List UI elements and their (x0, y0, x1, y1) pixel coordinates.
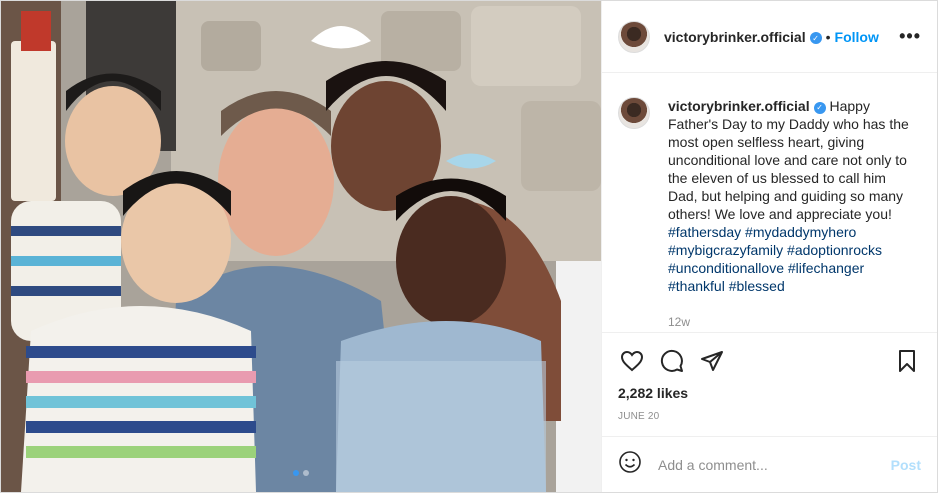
post-header: victorybrinker.official ✓ • Follow ••• (602, 1, 937, 73)
follow-button[interactable]: Follow (835, 29, 879, 45)
header-username[interactable]: victorybrinker.official ✓ (664, 29, 822, 45)
comment-icon[interactable] (658, 347, 686, 375)
comment-input[interactable] (658, 456, 891, 473)
caption: victorybrinker.official ✓ Happy Father's … (668, 97, 913, 332)
separator: • (825, 28, 831, 45)
verified-badge-icon: ✓ (809, 32, 822, 44)
caption-username[interactable]: victorybrinker.official ✓ (668, 98, 826, 114)
action-bar: 2,282 likes JUNE 20 (602, 332, 937, 436)
action-icons (618, 343, 921, 379)
emoji-icon[interactable] (618, 450, 642, 479)
post-comment-button[interactable]: Post (891, 457, 921, 473)
heart-icon[interactable] (618, 347, 646, 375)
post-sidebar: victorybrinker.official ✓ • Follow ••• vi… (601, 1, 937, 492)
comment-form: Post (602, 436, 937, 492)
username-text[interactable]: victorybrinker.official (664, 29, 806, 45)
caption-text: Happy Father's Day to my Daddy who has t… (668, 98, 909, 222)
likes-count[interactable]: 2,282 likes (618, 385, 921, 401)
post-date[interactable]: JUNE 20 (618, 411, 921, 422)
carousel-indicator (1, 470, 601, 476)
caption-avatar[interactable] (618, 97, 650, 129)
verified-badge-icon: ✓ (813, 102, 826, 114)
caption-hashtags[interactable]: #fathersday #mydaddymyhero #mybigcrazyfa… (668, 224, 882, 294)
post-photo[interactable] (1, 1, 601, 492)
more-options-icon[interactable]: ••• (899, 26, 921, 47)
bookmark-icon[interactable] (893, 347, 921, 375)
family-photo (1, 1, 601, 492)
paper-plane-icon[interactable] (698, 347, 726, 375)
avatar[interactable] (618, 20, 650, 53)
caption-area: victorybrinker.official ✓ Happy Father's … (602, 73, 937, 332)
instagram-post: victorybrinker.official ✓ • Follow ••• vi… (0, 0, 938, 493)
post-age[interactable]: 12w (668, 313, 913, 331)
carousel-dot-active (293, 470, 299, 476)
carousel-dot (303, 470, 309, 476)
